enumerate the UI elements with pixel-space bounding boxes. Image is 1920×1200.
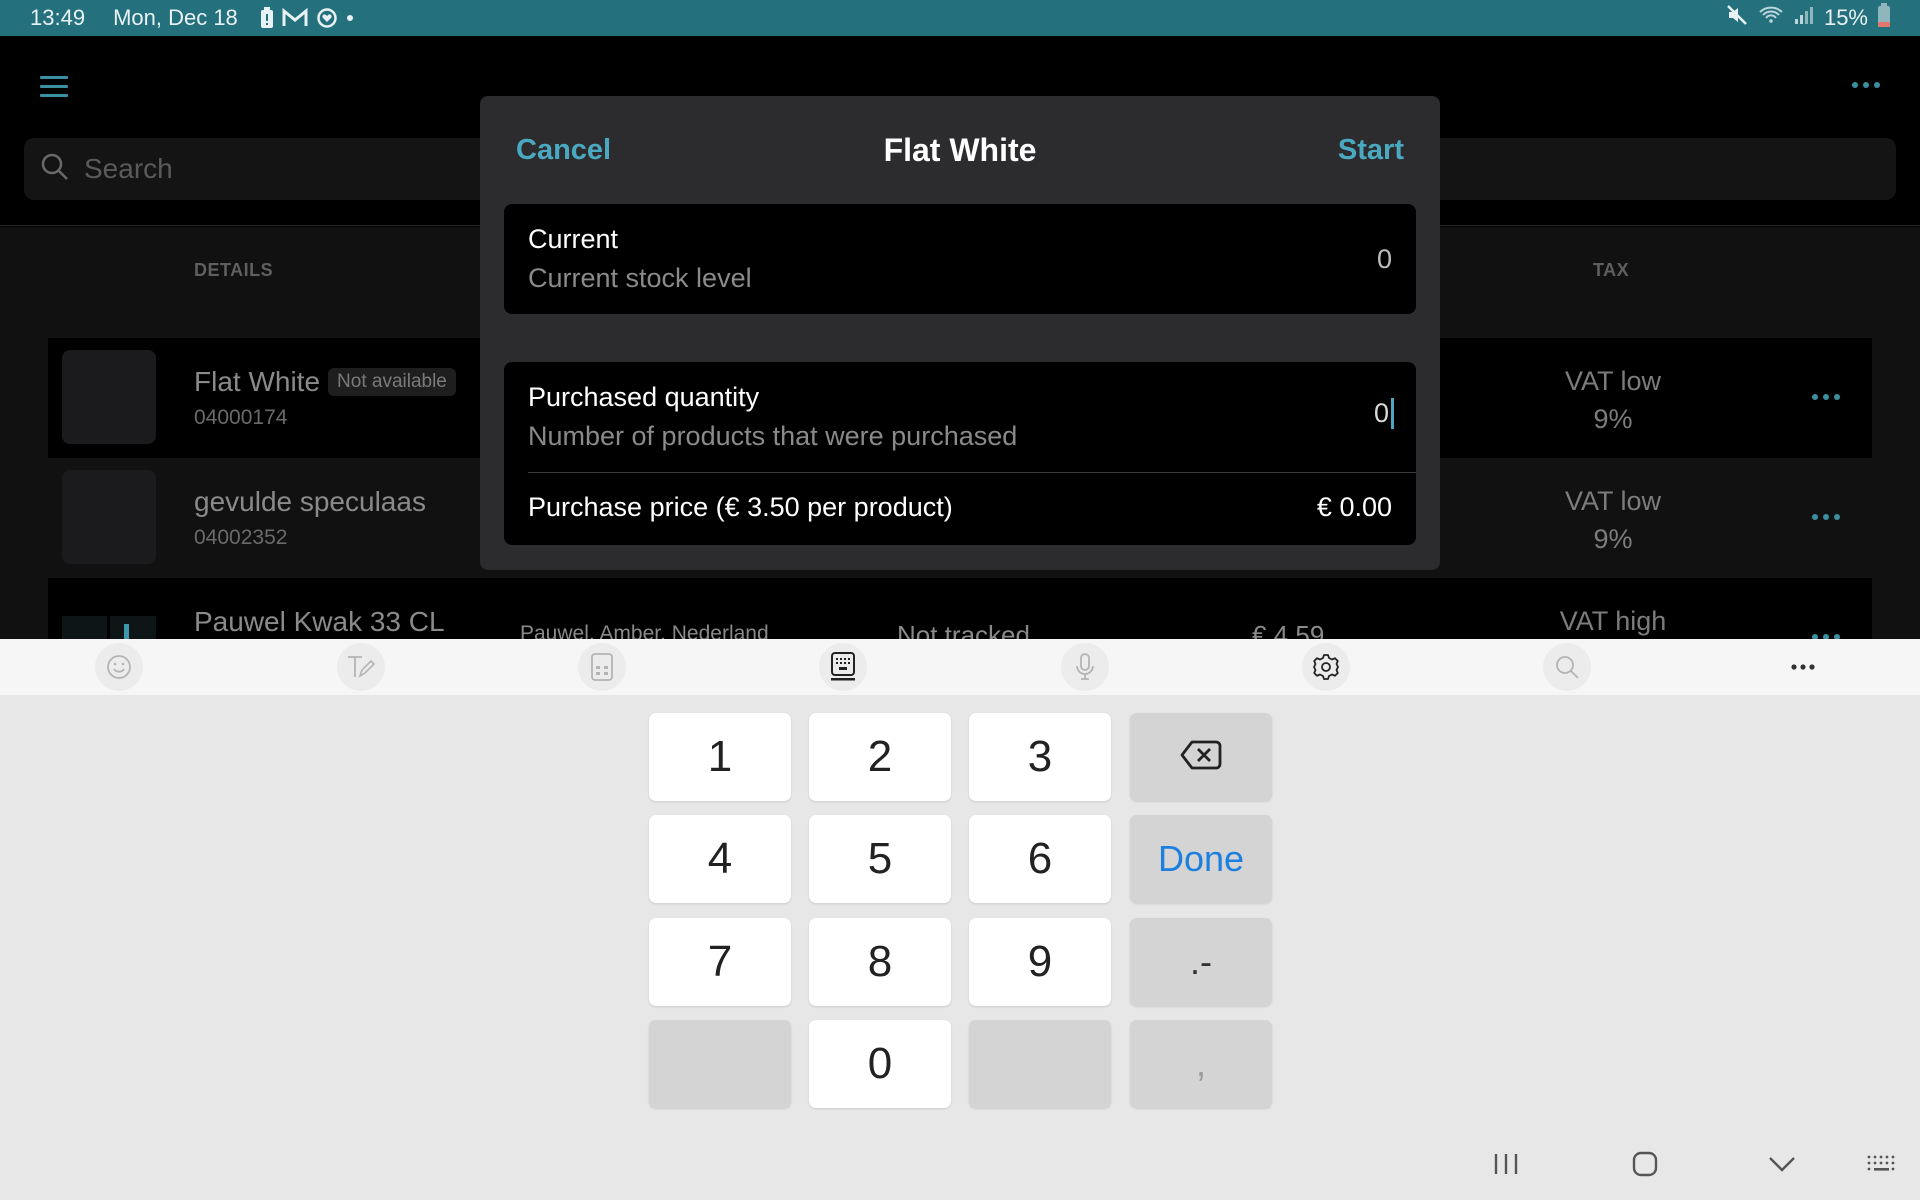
column-header-tax: TAX [1593, 260, 1630, 280]
battery-percent: 15% [1823, 5, 1868, 30]
stock-status: Not tracked [897, 620, 1030, 639]
product-name: Pauwel Kwak 33 CL [194, 606, 445, 637]
sync-heart-icon [316, 0, 338, 36]
hamburger-icon[interactable] [40, 76, 68, 98]
current-stock-card: Current Current stock level 0 [504, 204, 1416, 314]
purchased-quantity-input[interactable] [1274, 398, 1394, 429]
dot-icon [346, 0, 354, 36]
product-attributes: Pauwel, Amber, Nederland [520, 622, 769, 639]
stock-purchase-dialog: Cancel Flat White Start Current Current … [480, 96, 1440, 570]
signal-icon [1794, 5, 1814, 31]
search-icon[interactable] [1543, 643, 1591, 691]
purchased-quantity-sublabel: Number of products that were purchased [528, 421, 1018, 451]
hide-keyboard-icon[interactable] [1752, 1146, 1812, 1182]
more-horizontal-icon[interactable] [1852, 82, 1880, 88]
settings-icon[interactable] [1302, 643, 1350, 691]
purchase-card: Purchased quantity Number of products th… [504, 362, 1416, 545]
numpad-icon[interactable] [578, 643, 626, 691]
gmail-icon [282, 0, 308, 36]
home-icon[interactable] [1615, 1146, 1675, 1182]
key-8[interactable]: 8 [809, 918, 951, 1006]
product-thumbnail [62, 470, 156, 564]
row-more-icon[interactable] [1812, 394, 1840, 400]
key-1[interactable]: 1 [649, 713, 791, 801]
tax-name: VAT low [1564, 486, 1662, 516]
current-label: Current [528, 224, 619, 254]
status-date: Mon, Dec 18 [113, 5, 238, 30]
key-7[interactable]: 7 [649, 918, 791, 1006]
battery-icon [1878, 3, 1890, 33]
dialog-title: Flat White [883, 132, 1037, 168]
column-header-details: DETAILS [194, 260, 274, 280]
key-0[interactable]: 0 [809, 1020, 951, 1108]
row-more-icon[interactable] [1812, 514, 1840, 520]
table-row[interactable]: Pauwel Kwak 33 CL 8711406031766 Pauwel, … [48, 578, 1872, 639]
tax-name: VAT high [1559, 606, 1667, 636]
product-sku: 04002352 [194, 526, 288, 549]
battery-alert-icon [260, 0, 274, 36]
tax-rate: 9% [1593, 524, 1633, 554]
empty-key [649, 1020, 791, 1108]
product-list-screen: DETAILS TAX Flat White Not available 040… [0, 36, 1920, 639]
key-6[interactable]: 6 [969, 815, 1111, 903]
search-icon [40, 152, 70, 187]
product-thumbnail [62, 350, 156, 444]
tax-name: VAT low [1564, 366, 1662, 396]
product-sku: 04000174 [194, 406, 288, 429]
product-thumbnail [62, 590, 156, 639]
status-badge: Not available [328, 368, 456, 396]
key-5[interactable]: 5 [809, 815, 951, 903]
status-bar: 13:49 Mon, Dec 18 15% [0, 0, 1920, 36]
keyboard-icon[interactable] [819, 643, 867, 691]
mute-icon [1726, 4, 1748, 32]
emoji-icon[interactable] [95, 643, 143, 691]
key-2[interactable]: 2 [809, 713, 951, 801]
recents-icon[interactable] [1476, 1146, 1536, 1182]
divider [528, 472, 1416, 473]
empty-key [969, 1020, 1111, 1108]
wifi-icon [1758, 4, 1784, 32]
done-key[interactable]: Done [1130, 815, 1272, 903]
backspace-icon [1180, 732, 1222, 782]
backspace-key[interactable] [1130, 713, 1272, 801]
tax-rate: 9% [1593, 404, 1633, 434]
purchase-price-value: € 0.00 [1316, 492, 1392, 522]
product-name: gevulde speculaas [194, 486, 426, 517]
current-sublabel: Current stock level [528, 263, 752, 293]
product-price: € 4.59 [1252, 620, 1325, 639]
product-name: Flat White [194, 366, 321, 397]
purchased-quantity-label: Purchased quantity [528, 382, 760, 412]
key-4[interactable]: 4 [649, 815, 791, 903]
numeric-keyboard: 1 2 3 4 5 6 Done 7 8 9 .- 0 , [0, 695, 1920, 1200]
handwriting-icon[interactable] [337, 643, 385, 691]
current-stock-value: 0 [1376, 244, 1392, 274]
keyboard-toolbar [0, 639, 1920, 695]
microphone-icon[interactable] [1061, 643, 1109, 691]
more-icon[interactable] [1779, 643, 1827, 691]
key-3[interactable]: 3 [969, 713, 1111, 801]
status-time: 13:49 [30, 5, 86, 30]
keyboard-switch-icon[interactable] [1852, 1146, 1912, 1182]
purchase-price-label: Purchase price (€ 3.50 per product) [528, 492, 953, 522]
start-button[interactable]: Start [1338, 134, 1404, 167]
comma-key[interactable]: , [1130, 1020, 1272, 1108]
dot-dash-key[interactable]: .- [1130, 918, 1272, 1006]
key-9[interactable]: 9 [969, 918, 1111, 1006]
